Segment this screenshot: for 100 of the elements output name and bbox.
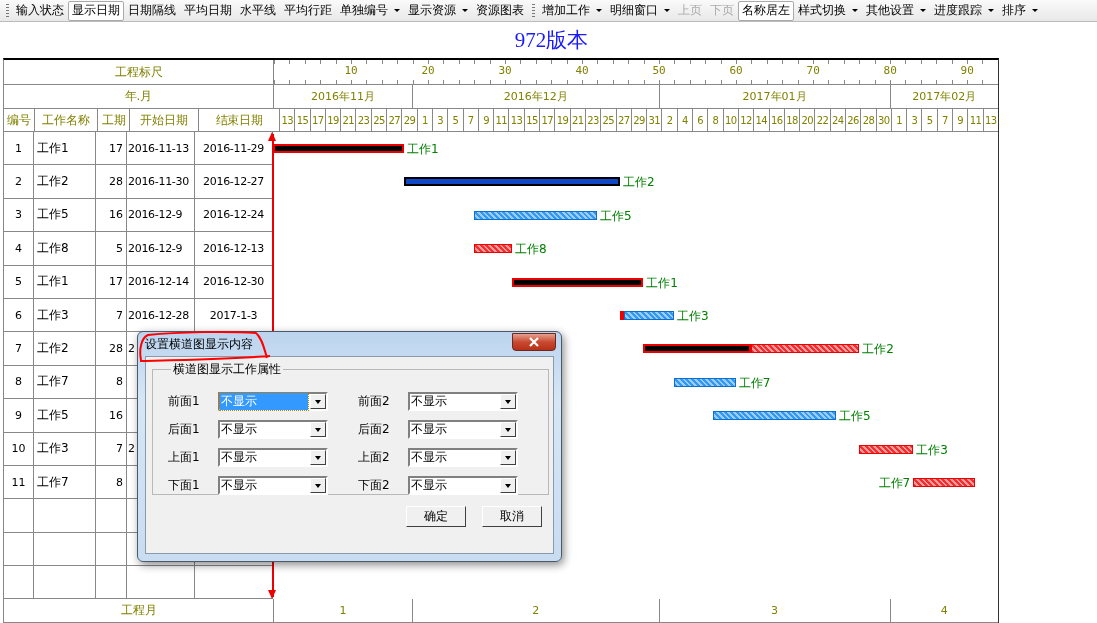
dropdown-field[interactable]: 不显示 bbox=[408, 392, 518, 411]
day-header: 18 bbox=[784, 109, 801, 131]
day-header: 3 bbox=[907, 109, 923, 131]
table-cell: 工作2 bbox=[34, 165, 96, 199]
close-button[interactable] bbox=[512, 333, 556, 351]
day-header: 23 bbox=[356, 109, 372, 131]
day-header: 6 bbox=[693, 109, 709, 131]
bar-label: 工作1 bbox=[646, 274, 678, 292]
toolbar-button[interactable]: 名称居左 bbox=[738, 0, 794, 21]
table-cell: 2016-11-13 bbox=[128, 141, 189, 155]
table-cell: 7 bbox=[96, 432, 127, 466]
table-cell: 5 bbox=[96, 232, 127, 266]
day-header: 17 bbox=[540, 109, 556, 131]
toolbar-button[interactable]: 进度跟踪 bbox=[930, 0, 998, 21]
toolbar-button[interactable]: 其他设置 bbox=[862, 0, 930, 21]
gantt-bar[interactable] bbox=[404, 177, 621, 187]
dropdown-field[interactable]: 不显示 bbox=[408, 476, 518, 495]
toolbar-button[interactable]: 日期隔线 bbox=[124, 0, 180, 21]
empty-cell bbox=[34, 566, 96, 600]
toolbar-button[interactable]: 水平线 bbox=[236, 0, 280, 21]
toolbar-button[interactable]: 平均日期 bbox=[180, 0, 236, 21]
day-header: 19 bbox=[555, 109, 571, 131]
ruler-tick-label: 40 bbox=[575, 64, 589, 77]
day-header: 13 bbox=[280, 109, 296, 131]
day-header: 1 bbox=[891, 109, 908, 131]
ruler-tick-label: 20 bbox=[421, 64, 435, 77]
month-header: 2017年02月 bbox=[911, 89, 978, 105]
day-header: 14 bbox=[754, 109, 770, 131]
dialog-button[interactable]: 确定 bbox=[406, 506, 466, 527]
table-cell: 9 bbox=[4, 399, 34, 433]
day-header: 8 bbox=[708, 109, 724, 131]
caret-icon bbox=[462, 9, 468, 12]
day-header: 10 bbox=[723, 109, 739, 131]
field-label: 后面1 bbox=[168, 421, 201, 438]
bar-label: 工作7 bbox=[878, 474, 911, 492]
table-cell: 5 bbox=[4, 265, 34, 299]
month-number: 4 bbox=[939, 603, 949, 620]
day-header: 5 bbox=[448, 109, 464, 131]
table-cell: 2016-12-24 bbox=[203, 208, 264, 222]
day-header: 27 bbox=[616, 109, 632, 131]
day-header: 3 bbox=[432, 109, 449, 131]
toolbar-button[interactable]: 增加工作 bbox=[538, 0, 606, 21]
dialog-title: 设置横道图显示内容 bbox=[145, 335, 253, 353]
month-header: 2017年01月 bbox=[659, 85, 891, 108]
table-cell: 10 bbox=[4, 432, 34, 466]
bar-label: 工作7 bbox=[738, 374, 771, 392]
day-header: 21 bbox=[341, 109, 357, 131]
column-header: 工期 bbox=[98, 109, 130, 131]
gantt-bar[interactable] bbox=[512, 277, 644, 287]
dropdown-field[interactable]: 不显示 bbox=[408, 420, 518, 439]
bar-label: 工作3 bbox=[916, 441, 948, 459]
toolbar-grip[interactable] bbox=[6, 3, 9, 18]
day-header: 1 bbox=[417, 109, 433, 131]
dialog-button[interactable]: 取消 bbox=[482, 506, 542, 527]
toolbar-grip[interactable] bbox=[532, 3, 535, 18]
caret-icon bbox=[394, 9, 400, 12]
table-cell: 2016-11-29 bbox=[203, 141, 264, 155]
toolbar-button[interactable]: 样式切换 bbox=[794, 0, 862, 21]
toolbar-button[interactable]: 明细窗口 bbox=[606, 0, 674, 21]
day-header: 25 bbox=[371, 109, 388, 131]
dropdown-field[interactable]: 不显示 bbox=[408, 448, 518, 467]
field-label: 后面2 bbox=[358, 421, 391, 438]
caret-icon bbox=[1032, 9, 1038, 12]
table-cell: 7 bbox=[96, 298, 127, 333]
bar-label: 工作5 bbox=[839, 408, 871, 426]
ruler-tick-label: 90 bbox=[960, 64, 974, 77]
day-header: 31 bbox=[647, 109, 663, 131]
day-header: 21 bbox=[570, 109, 586, 131]
dropdown-field[interactable]: 不显示 bbox=[218, 420, 328, 439]
day-header: 13 bbox=[509, 109, 525, 131]
toolbar-button[interactable]: 输入状态 bbox=[12, 0, 68, 21]
day-header: 26 bbox=[846, 109, 862, 131]
toolbar-button[interactable]: 排序 bbox=[998, 0, 1042, 21]
table-cell: 17 bbox=[96, 265, 127, 299]
empty-cell bbox=[4, 566, 34, 600]
toolbar-button[interactable]: 显示日期 bbox=[68, 0, 124, 21]
month-header: 2016年11月 bbox=[274, 85, 414, 108]
dropdown-field[interactable]: 不显示 bbox=[218, 448, 328, 467]
day-header: 19 bbox=[325, 109, 342, 131]
table-cell: 3 bbox=[4, 198, 34, 233]
table-cell: 2016-12-13 bbox=[203, 241, 264, 255]
table-cell: 28 bbox=[96, 165, 127, 199]
day-header: 23 bbox=[585, 109, 602, 131]
table-cell: 7 bbox=[4, 332, 34, 366]
toolbar-button[interactable]: 资源图表 bbox=[472, 0, 528, 21]
caret-icon bbox=[988, 9, 994, 12]
dropdown-field[interactable]: 不显示 bbox=[218, 476, 328, 495]
day-header: 17 bbox=[310, 109, 326, 131]
bar-label: 工作2 bbox=[623, 174, 655, 192]
column-header: 编号 bbox=[4, 109, 35, 131]
footer-label: 工程月 bbox=[4, 599, 274, 623]
column-header: 开始日期 bbox=[130, 109, 199, 131]
toolbar-button[interactable]: 平均行距 bbox=[280, 0, 336, 21]
table-cell: 2 bbox=[128, 342, 135, 356]
day-header: 7 bbox=[937, 109, 954, 131]
toolbar-button[interactable]: 显示资源 bbox=[404, 0, 472, 21]
month-number: 3 bbox=[659, 599, 891, 623]
toolbar-button[interactable]: 单独编号 bbox=[336, 0, 404, 21]
ruler-tick-label: 80 bbox=[883, 64, 897, 77]
gantt-bar[interactable] bbox=[643, 344, 752, 354]
